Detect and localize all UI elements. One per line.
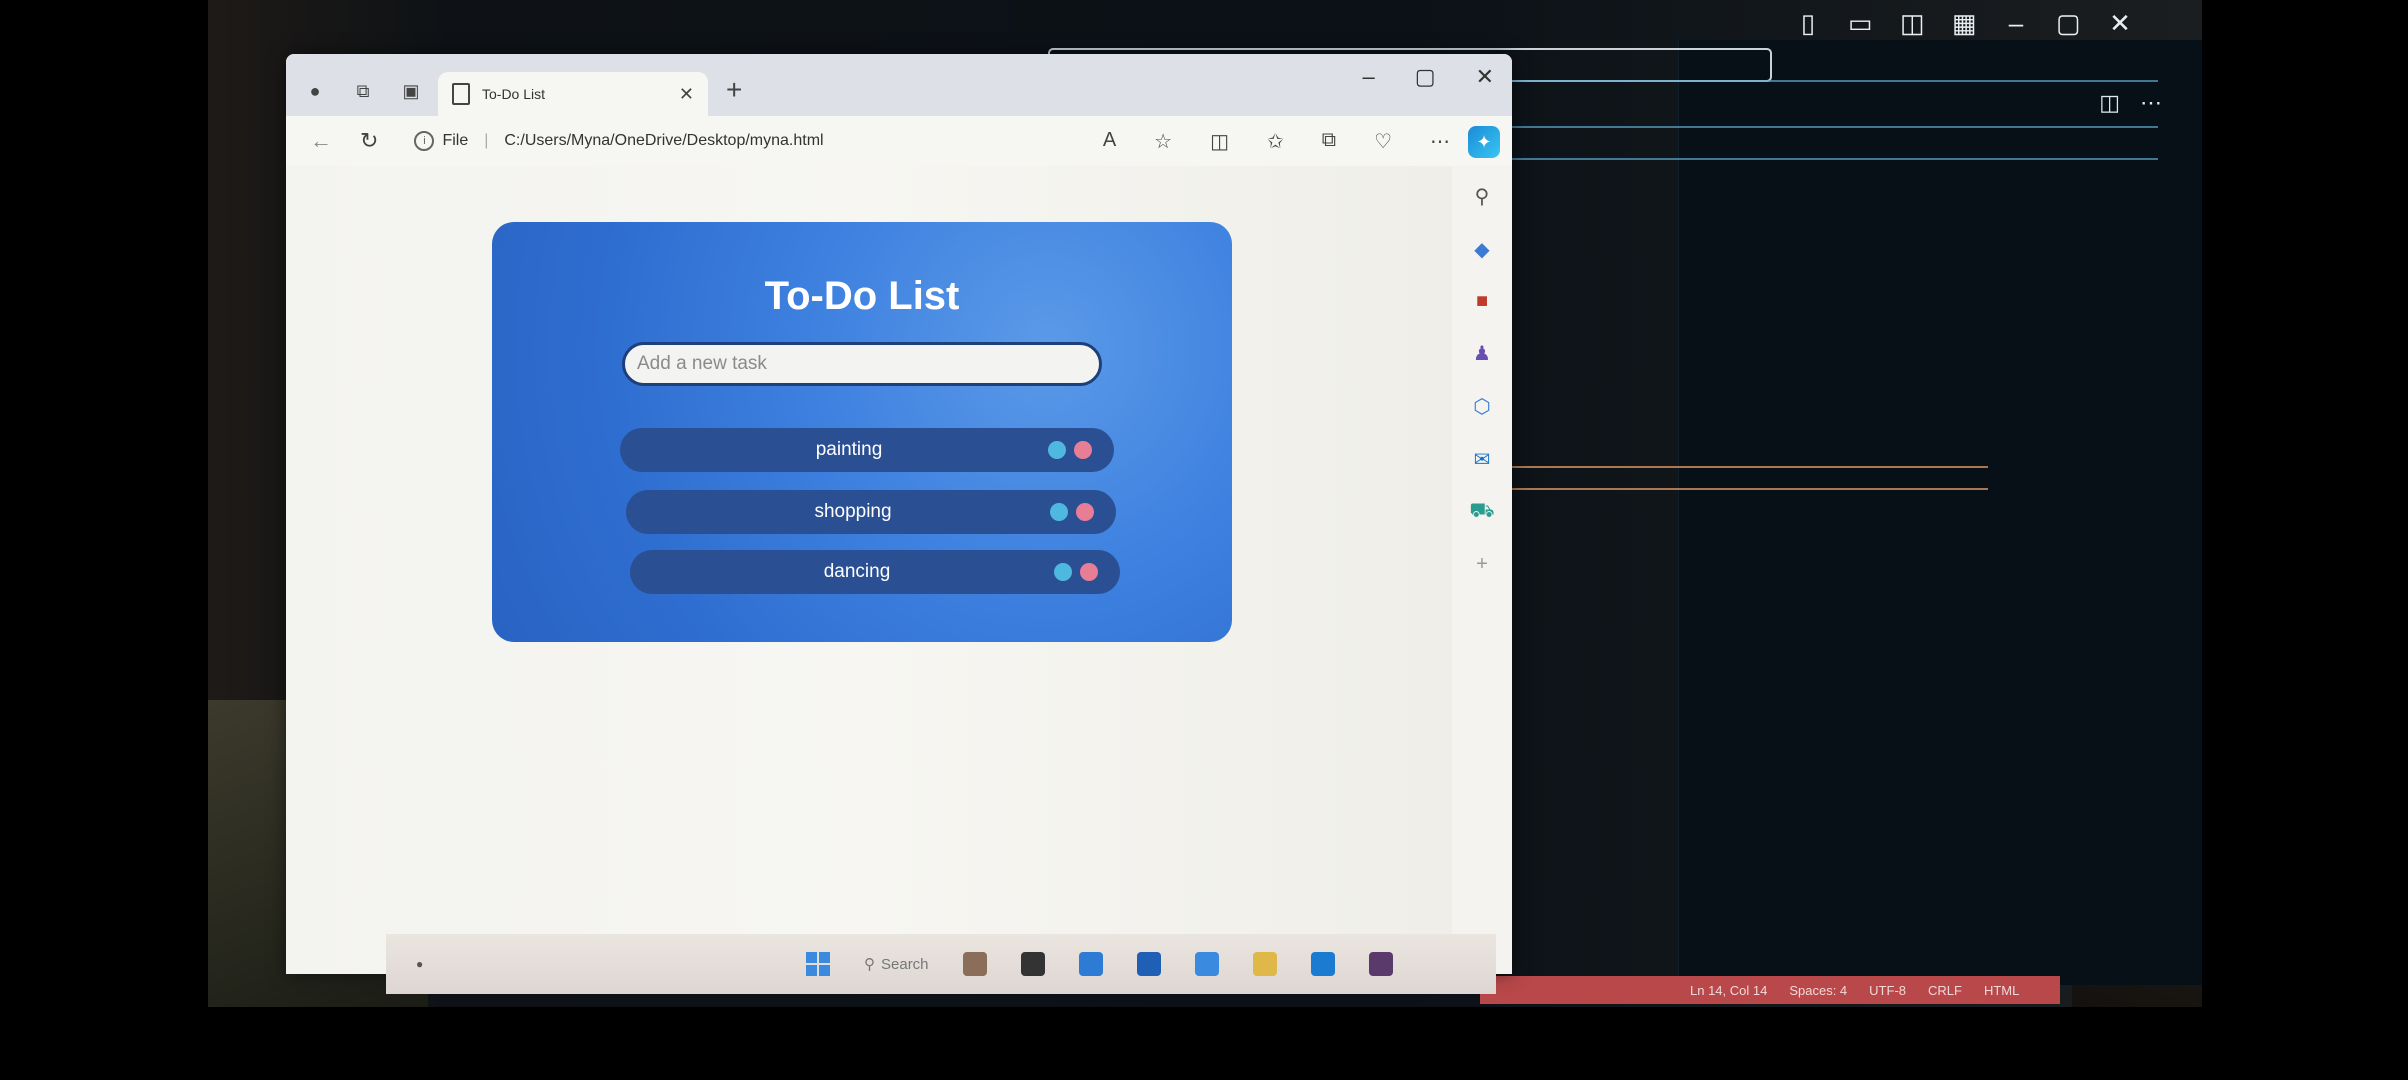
taskbar-search-label: Search [881, 955, 929, 973]
search-icon[interactable]: ⚲ [1468, 184, 1496, 209]
people-icon[interactable]: ♟ [1468, 341, 1496, 366]
tab-actions-icon[interactable]: ▣ [400, 80, 422, 102]
new-tab-icon[interactable]: + [726, 74, 742, 106]
app-icon[interactable] [1310, 952, 1335, 976]
app-icon[interactable] [1136, 952, 1161, 976]
status-cursor[interactable]: Ln 14, Col 14 [1690, 983, 1767, 998]
file-explorer-icon[interactable] [1252, 952, 1277, 976]
profile-icon[interactable]: ● [304, 80, 326, 102]
app-icon[interactable] [962, 952, 987, 976]
delete-task-button[interactable] [1080, 563, 1098, 581]
app-icon[interactable] [1020, 952, 1045, 976]
close-icon[interactable]: ✕ [1476, 64, 1494, 90]
minimize-icon[interactable]: – [2004, 10, 2028, 36]
minimize-icon[interactable]: – [1363, 64, 1375, 90]
more-icon[interactable]: ⋯ [1430, 129, 1450, 154]
task-item: dancing [630, 550, 1120, 594]
tab-strip: ● ⧉ ▣ To-Do List ✕ + – ▢ ✕ [286, 54, 1512, 116]
app-icon[interactable] [1078, 952, 1103, 976]
split-screen-icon[interactable]: ◫ [1210, 129, 1229, 154]
editor-status-bar: Ln 14, Col 14 Spaces: 4 UTF-8 CRLF HTML [1480, 976, 2060, 1004]
refresh-icon[interactable]: ↻ [360, 128, 378, 154]
outlook-icon[interactable]: ✉ [1468, 447, 1496, 472]
task-label: painting [815, 439, 883, 460]
complete-task-button[interactable] [1054, 563, 1072, 581]
toolbox-icon[interactable]: ■ [1468, 290, 1496, 313]
start-button-icon[interactable] [806, 952, 830, 976]
browser-sidebar: ⚲ ◆ ■ ♟ ⬡ ✉ ⛟ + ⚙ [1452, 166, 1512, 974]
complete-task-button[interactable] [1050, 503, 1068, 521]
divider [1468, 466, 1988, 468]
panel-icon[interactable]: ▭ [1848, 10, 1873, 36]
shopping-icon[interactable]: ⛟ [1468, 500, 1496, 525]
restore-icon[interactable]: ▢ [2056, 10, 2081, 36]
windows-taskbar: ● ⚲ Search [386, 934, 1496, 994]
search-icon: ⚲ [864, 956, 875, 973]
page-title: To-Do List [764, 274, 960, 318]
status-encoding[interactable]: UTF-8 [1869, 983, 1906, 998]
favorites-icon[interactable]: ✩ [1267, 129, 1284, 154]
divider [1468, 80, 2158, 82]
url-text: C:/Users/Myna/OneDrive/Desktop/myna.html [504, 132, 824, 149]
workspaces-icon[interactable]: ⧉ [352, 80, 374, 102]
task-item: painting [620, 428, 1114, 472]
split-editor-icon[interactable]: ◫ [2099, 90, 2120, 116]
task-label: dancing [823, 561, 891, 582]
more-actions-icon[interactable]: ⋯ [2140, 90, 2162, 116]
read-aloud-icon[interactable]: A [1103, 129, 1116, 154]
close-icon[interactable]: ✕ [2108, 10, 2132, 36]
customize-layout-icon[interactable]: ▦ [1952, 10, 1977, 36]
weather-widget[interactable]: ● [416, 957, 423, 971]
editor-tab-actions: ◫ ⋯ [2099, 90, 2162, 116]
collections-icon[interactable]: ⧉ [1322, 129, 1336, 154]
divider [1478, 158, 2158, 160]
new-task-input[interactable] [622, 342, 1102, 386]
office-icon[interactable]: ⬡ [1468, 394, 1496, 419]
address-bar: ← ↻ i File | C:/Users/Myna/OneDrive/Desk… [286, 116, 1512, 166]
tab-title: To-Do List [482, 86, 546, 102]
url-scheme: File [442, 132, 469, 149]
add-icon[interactable]: + [1468, 553, 1496, 576]
close-tab-icon[interactable]: ✕ [679, 84, 694, 105]
favorite-star-icon[interactable]: ☆ [1154, 129, 1172, 154]
url-field[interactable]: i File | C:/Users/Myna/OneDrive/Desktop/… [414, 131, 824, 151]
tag-icon[interactable]: ◆ [1468, 237, 1496, 262]
task-label: shopping [814, 501, 892, 522]
page-icon [452, 83, 470, 105]
delete-task-button[interactable] [1076, 503, 1094, 521]
divider [1468, 488, 1988, 490]
delete-task-button[interactable] [1074, 441, 1092, 459]
editor-window-controls: ▯ ▭ ◫ ▦ – ▢ ✕ [1796, 10, 2132, 36]
task-item: shopping [626, 490, 1116, 534]
status-language[interactable]: HTML [1984, 983, 2019, 998]
tab-todo[interactable]: To-Do List ✕ [438, 72, 708, 116]
back-icon[interactable]: ← [310, 128, 332, 154]
browser-essentials-icon[interactable]: ♡ [1374, 129, 1392, 154]
divider [1478, 126, 2158, 128]
browser-window: ● ⧉ ▣ To-Do List ✕ + – ▢ ✕ ← ↻ i File | … [286, 54, 1512, 974]
split-icon[interactable]: ◫ [1900, 10, 1925, 36]
status-eol[interactable]: CRLF [1928, 983, 1962, 998]
copilot-icon[interactable]: ✦ [1468, 126, 1500, 158]
maximize-icon[interactable]: ▢ [1415, 64, 1436, 90]
complete-task-button[interactable] [1048, 441, 1066, 459]
taskbar-search[interactable]: ⚲ Search [864, 955, 929, 974]
layout-icon[interactable]: ▯ [1796, 10, 1820, 36]
todo-container: To-Do List painting shopping dancing [492, 222, 1232, 642]
info-icon[interactable]: i [414, 131, 435, 151]
browser-window-controls: – ▢ ✕ [1363, 64, 1494, 90]
status-indent[interactable]: Spaces: 4 [1789, 983, 1847, 998]
code-editor-window [1678, 40, 2202, 985]
app-icon[interactable] [1194, 952, 1219, 976]
page-viewport: To-Do List painting shopping dancing [286, 166, 1452, 974]
url-separator: | [484, 132, 489, 149]
app-icon[interactable] [1368, 952, 1393, 976]
